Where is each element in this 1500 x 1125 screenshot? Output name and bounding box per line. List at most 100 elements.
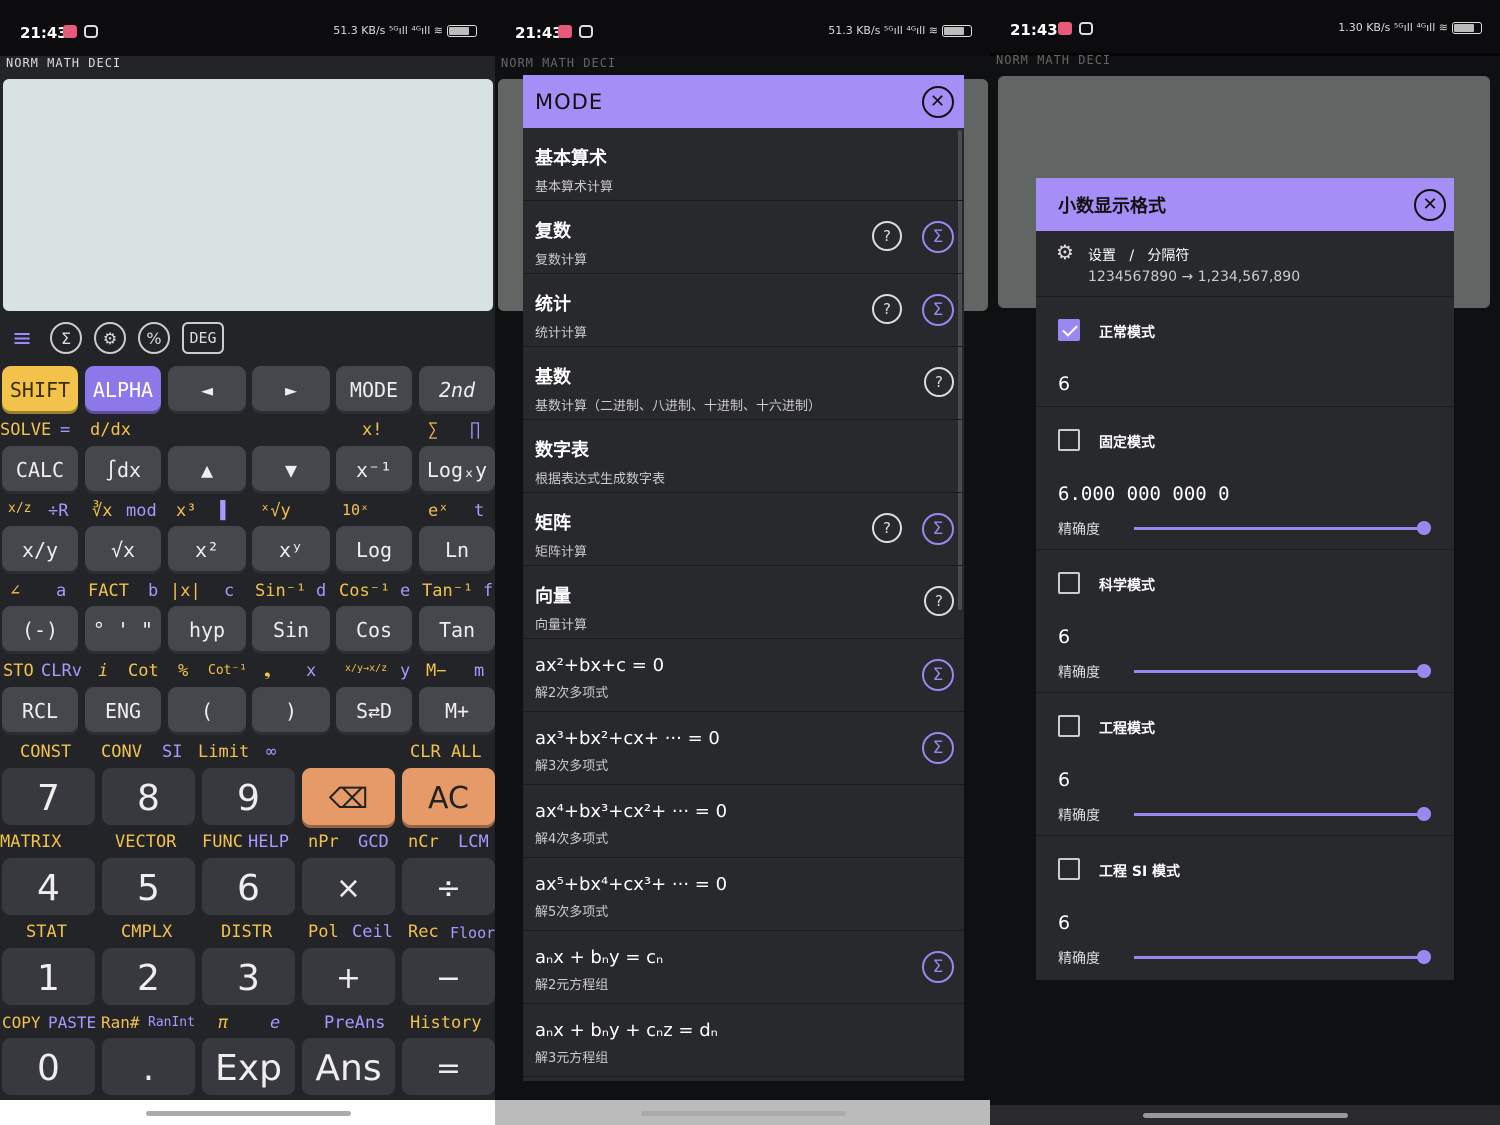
deg-button[interactable]: DEG (182, 322, 224, 354)
divide-button[interactable]: ÷ (402, 858, 495, 918)
precision-slider[interactable] (1134, 664, 1431, 678)
fraction-button[interactable]: x/y (2, 526, 78, 574)
mode-item-complex[interactable]: 复数 复数计算 ? Σ (523, 201, 964, 274)
percent-icon[interactable]: % (138, 322, 170, 354)
gear-icon[interactable]: ⚙ (94, 322, 126, 354)
separator-setting[interactable]: ⚙ 设置 / 分隔符 1234567890 → 1,234,567,890 (1036, 231, 1454, 297)
mode-item-basic[interactable]: 基本算术 基本算术计算 (523, 128, 964, 201)
precision-slider[interactable] (1134, 950, 1431, 964)
checkbox-icon[interactable] (1058, 858, 1080, 880)
option-engineering[interactable]: 工程模式 6 精确度 (1036, 693, 1454, 836)
sigma-icon[interactable]: Σ (922, 221, 954, 253)
sd-button[interactable]: S⇄D (336, 687, 412, 735)
mode-item-poly4[interactable]: ax⁴+bx³+cx²+ ··· = 0 解4次多项式 (523, 785, 964, 858)
slider-thumb[interactable] (1417, 521, 1431, 535)
left-paren-button[interactable]: ( (168, 687, 246, 735)
inverse-button[interactable]: x⁻¹ (336, 446, 412, 494)
key-4[interactable]: 4 (2, 858, 95, 918)
option-normal[interactable]: 正常模式 6 (1036, 297, 1454, 407)
second-button[interactable]: 2nd (419, 366, 495, 414)
help-icon[interactable]: ? (924, 586, 954, 616)
key-7[interactable]: 7 (2, 768, 95, 828)
sqrt-button[interactable]: √x (85, 526, 161, 574)
sigma-icon[interactable]: Σ (922, 659, 954, 691)
power-button[interactable]: xʸ (252, 526, 330, 574)
plus-button[interactable]: + (302, 948, 395, 1008)
option-engineering-si[interactable]: 工程 SI 模式 6 精确度 (1036, 836, 1454, 979)
calc-button[interactable]: CALC (2, 446, 78, 494)
mode-item-stat[interactable]: 统计 统计计算 ? Σ (523, 274, 964, 347)
mode-item-vector[interactable]: 向量 向量计算 ? (523, 566, 964, 639)
log-button[interactable]: Log (336, 526, 412, 574)
slider-thumb[interactable] (1417, 807, 1431, 821)
key-9[interactable]: 9 (202, 768, 295, 828)
help-icon[interactable]: ? (924, 367, 954, 397)
key-8[interactable]: 8 (102, 768, 195, 828)
home-indicator[interactable] (1143, 1113, 1348, 1118)
help-icon[interactable]: ? (872, 513, 902, 543)
menu-icon[interactable]: ≡ (6, 322, 38, 354)
help-icon[interactable]: ? (872, 294, 902, 324)
sigma-icon[interactable]: Σ (922, 732, 954, 764)
negative-button[interactable]: (-) (2, 606, 78, 654)
mode-item-eq2[interactable]: aₙx + bₙy = cₙ 解2元方程组 Σ (523, 931, 964, 1004)
logxy-button[interactable]: Logₓy (419, 446, 495, 494)
slider-thumb[interactable] (1417, 664, 1431, 678)
mode-item-poly3[interactable]: ax³+bx²+cx+ ··· = 0 解3次多项式 Σ (523, 712, 964, 785)
right-arrow-button[interactable]: ► (252, 366, 330, 414)
key-5[interactable]: 5 (102, 858, 195, 918)
decimal-button[interactable]: . (102, 1038, 195, 1098)
precision-slider[interactable] (1134, 807, 1431, 821)
ln-button[interactable]: Ln (419, 526, 495, 574)
rcl-button[interactable]: RCL (2, 687, 78, 735)
option-scientific[interactable]: 科学模式 6 精确度 (1036, 550, 1454, 693)
sigma-icon[interactable]: Σ (922, 951, 954, 983)
mode-button[interactable]: MODE (336, 366, 412, 414)
sin-button[interactable]: Sin (252, 606, 330, 654)
equals-button[interactable]: = (402, 1038, 495, 1098)
option-fixed[interactable]: 固定模式 6.000 000 000 0 精确度 (1036, 407, 1454, 550)
key-0[interactable]: 0 (2, 1038, 95, 1098)
multiply-button[interactable]: × (302, 858, 395, 918)
right-paren-button[interactable]: ) (252, 687, 330, 735)
sigma-icon[interactable]: Σ (922, 513, 954, 545)
checkbox-icon[interactable] (1058, 572, 1080, 594)
help-icon[interactable]: ? (872, 221, 902, 251)
key-2[interactable]: 2 (102, 948, 195, 1008)
degree-button[interactable]: ° ' " (85, 606, 161, 654)
mode-item-poly5[interactable]: ax⁵+bx⁴+cx³+ ··· = 0 解5次多项式 (523, 858, 964, 931)
exp-button[interactable]: Exp (202, 1038, 295, 1098)
checkbox-checked-icon[interactable] (1058, 319, 1080, 341)
home-indicator[interactable] (145, 1111, 351, 1116)
display-screen[interactable] (3, 79, 493, 311)
sigma-icon[interactable]: Σ (50, 322, 82, 354)
close-icon[interactable]: ✕ (1414, 188, 1446, 221)
minus-button[interactable]: − (402, 948, 495, 1008)
sigma-icon[interactable]: Σ (922, 294, 954, 326)
mode-item-base[interactable]: 基数 基数计算（二进制、八进制、十进制、十六进制） ? (523, 347, 964, 420)
key-3[interactable]: 3 (202, 948, 295, 1008)
mode-item-matrix[interactable]: 矩阵 矩阵计算 ? Σ (523, 493, 964, 566)
close-icon[interactable]: ✕ (922, 85, 954, 118)
up-arrow-button[interactable]: ▲ (168, 446, 246, 494)
down-arrow-button[interactable]: ▼ (252, 446, 330, 494)
checkbox-icon[interactable] (1058, 715, 1080, 737)
mode-item-eq3[interactable]: aₙx + bₙy + cₙz = dₙ 解3元方程组 (523, 1004, 964, 1077)
home-indicator[interactable] (640, 1111, 846, 1116)
ans-button[interactable]: Ans (302, 1038, 395, 1098)
cos-button[interactable]: Cos (336, 606, 412, 654)
tan-button[interactable]: Tan (419, 606, 495, 654)
eng-button[interactable]: ENG (85, 687, 161, 735)
alpha-button[interactable]: ALPHA (85, 366, 161, 414)
square-button[interactable]: x² (168, 526, 246, 574)
hyp-button[interactable]: hyp (168, 606, 246, 654)
slider-thumb[interactable] (1417, 950, 1431, 964)
delete-button[interactable]: ⌫ (302, 768, 395, 828)
checkbox-icon[interactable] (1058, 429, 1080, 451)
shift-button[interactable]: SHIFT (2, 366, 78, 414)
mplus-button[interactable]: M+ (419, 687, 495, 735)
key-1[interactable]: 1 (2, 948, 95, 1008)
mode-item-table[interactable]: 数字表 根据表达式生成数字表 (523, 420, 964, 493)
ac-button[interactable]: AC (402, 768, 495, 828)
key-6[interactable]: 6 (202, 858, 295, 918)
